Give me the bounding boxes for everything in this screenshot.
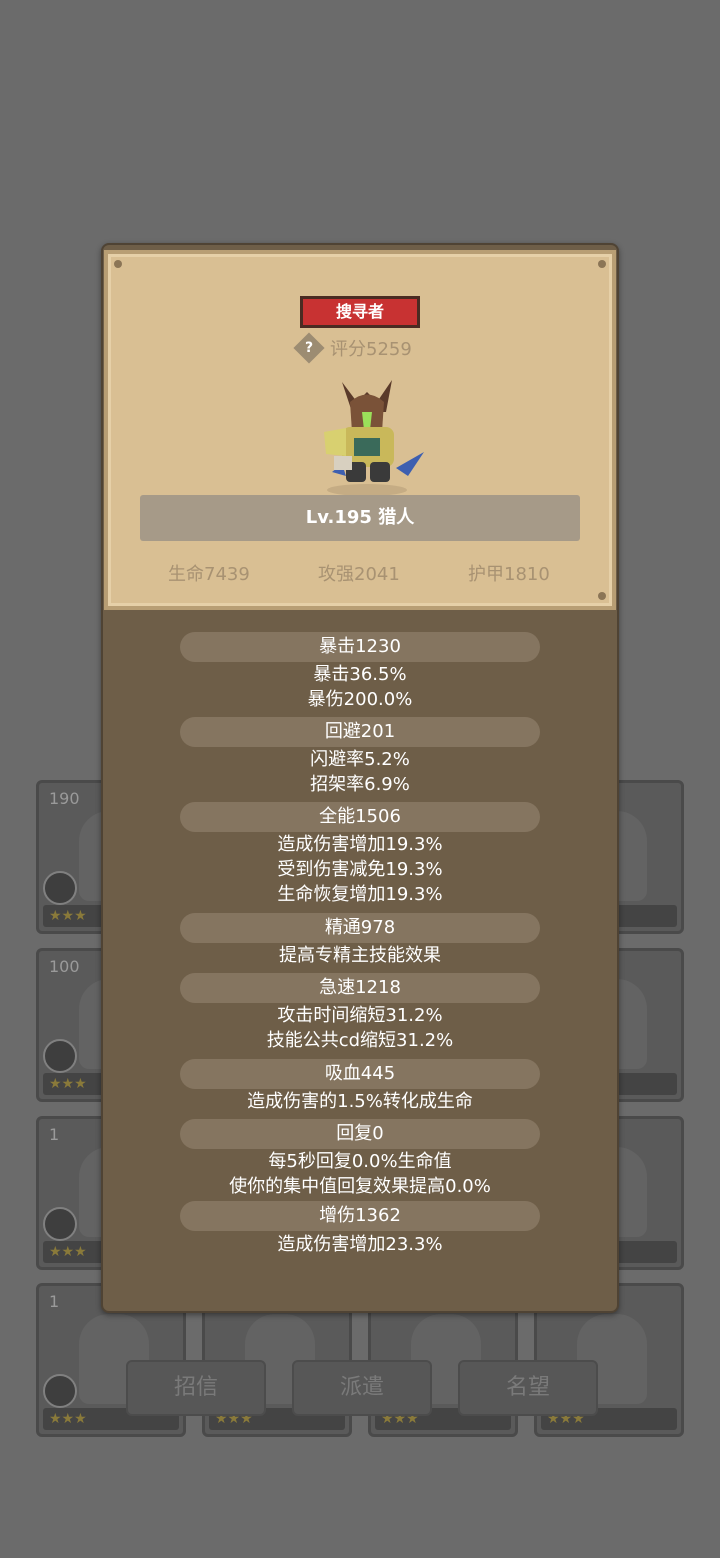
paper-nail-icon — [598, 592, 606, 600]
hero-class-icon — [43, 1374, 77, 1408]
attr-detail: 技能公共cd缩短31.2% — [266, 1030, 454, 1051]
hero-card-level: 100 — [49, 957, 80, 976]
attr-detail: 暴伤200.0% — [307, 689, 413, 710]
hero-attack: 攻强2041 — [318, 564, 400, 585]
hero-portrait-icon — [324, 380, 424, 496]
attr-crit-header: 暴击1230 — [180, 632, 540, 662]
attr-detail: 提高专精主技能效果 — [279, 945, 441, 966]
hero-score: 评分5259 — [330, 339, 412, 360]
attr-detail: 造成伤害的1.5%转化成生命 — [247, 1091, 473, 1112]
hero-hp: 生命7439 — [168, 564, 250, 585]
attr-detail: 造成伤害增加23.3% — [277, 1234, 443, 1255]
hero-card-level: 1 — [49, 1292, 60, 1311]
hero-armor: 护甲1810 — [468, 564, 550, 585]
hero-card-level: 190 — [49, 789, 80, 808]
attr-detail: 每5秒回复0.0%生命值 — [268, 1151, 452, 1172]
attr-detail: 闪避率5.2% — [310, 749, 410, 770]
hero-class-icon — [43, 871, 77, 905]
attr-detail: 受到伤害减免19.3% — [277, 859, 443, 880]
attr-detail: 攻击时间缩短31.2% — [277, 1005, 443, 1026]
recruit-button[interactable]: 招信 — [126, 1360, 266, 1416]
help-icon[interactable]: ? — [293, 332, 325, 364]
attr-lifesteal-header: 吸血445 — [180, 1059, 540, 1089]
attr-dodge-header: 回避201 — [180, 717, 540, 747]
fame-button[interactable]: 名望 — [458, 1360, 598, 1416]
hero-name-banner: Lv.195 猎人 — [140, 495, 580, 541]
attr-versatility-header: 全能1506 — [180, 802, 540, 832]
attr-detail: 使你的集中值回复效果提高0.0% — [229, 1176, 491, 1197]
attr-detail: 生命恢复增加19.3% — [277, 884, 443, 905]
hero-class-badge: 搜寻者 — [300, 296, 420, 328]
paper-nail-icon — [114, 260, 122, 268]
attr-detail: 暴击36.5% — [313, 664, 407, 685]
attr-regen-header: 回复0 — [180, 1119, 540, 1149]
attr-haste-header: 急速1218 — [180, 973, 540, 1003]
paper-nail-icon — [598, 260, 606, 268]
hero-class-icon — [43, 1207, 77, 1241]
hero-class-icon — [43, 1039, 77, 1073]
hero-card-level: 1 — [49, 1125, 60, 1144]
attr-mastery-header: 精通978 — [180, 913, 540, 943]
attr-detail: 造成伤害增加19.3% — [277, 834, 443, 855]
score-row: ? 评分5259 — [293, 332, 412, 364]
attr-damage-bonus-header: 增伤1362 — [180, 1201, 540, 1231]
attr-detail: 招架率6.9% — [310, 774, 410, 795]
dispatch-button[interactable]: 派遣 — [292, 1360, 432, 1416]
